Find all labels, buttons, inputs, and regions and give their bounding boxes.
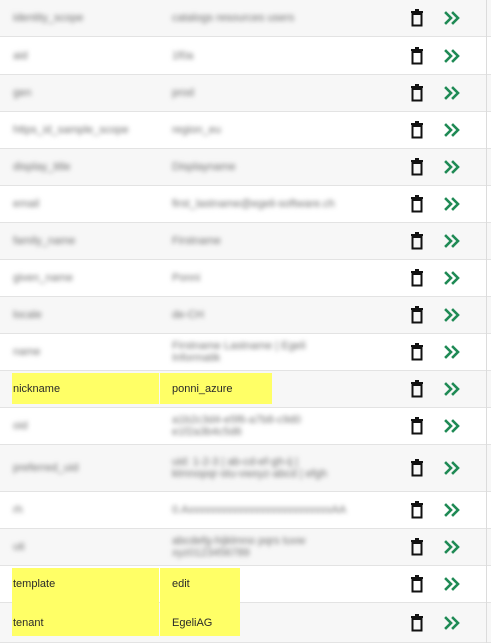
trash-icon[interactable] [409, 575, 425, 593]
trash-icon[interactable] [409, 306, 425, 324]
claim-value: 0.AxxxxxxxxxxxxxxxxxxxxxxxxxxAA [172, 504, 347, 516]
claim-key: nickname [13, 383, 61, 395]
table-row: email first_lastname@egeli-software.ch [0, 186, 491, 223]
table-row: preferred_uid uid: 1-2-3 | ab-cd-ef-gh-ij… [0, 445, 491, 492]
claim-key: given_name [13, 272, 73, 284]
claim-value: abcdefg-hijklmno pqrs tuvw xyz0123456789 [172, 535, 306, 559]
trash-icon[interactable] [409, 417, 425, 435]
claim-key: aid [13, 49, 28, 62]
double-chevron-right-icon[interactable] [443, 459, 461, 477]
trash-icon[interactable] [409, 538, 425, 556]
claim-value: Firstname [172, 235, 221, 247]
claim-key: family_name [13, 235, 76, 247]
table-border [486, 0, 487, 643]
trash-icon[interactable] [409, 501, 425, 519]
claim-value: first_lastname@egeli-software.ch [172, 198, 335, 210]
table-row: template edit [0, 566, 491, 603]
claim-key: name [13, 346, 41, 358]
table-row: gen prod [0, 75, 491, 112]
table-row: oid a1b2c3d4-e5f6-a7b8-c9d0 e1f2a3b4c5d6 [0, 408, 491, 445]
claim-value: de-CH [172, 309, 204, 321]
trash-icon[interactable] [409, 46, 425, 65]
claim-key: locale [13, 309, 42, 321]
claim-value: Displayname [172, 161, 236, 173]
claim-value: edit [172, 578, 190, 590]
claim-key: identity_scope [13, 12, 84, 24]
table-row: aid 1f0a [0, 37, 491, 75]
table-row: name Firstname Lastname | Egeli Informati… [0, 334, 491, 371]
claim-value: uid: 1-2-3 | ab-cd-ef-gh-ij | klmnopqr-s… [172, 456, 328, 480]
claim-value: prod [172, 87, 195, 99]
table-row: identity_scope catalogs resources users [0, 0, 491, 37]
double-chevron-right-icon[interactable] [443, 501, 461, 519]
double-chevron-right-icon[interactable] [443, 614, 461, 632]
table-row: family_name Firstname [0, 223, 491, 260]
trash-icon[interactable] [409, 343, 425, 361]
double-chevron-right-icon[interactable] [443, 121, 461, 139]
table-row: locale de-CH [0, 297, 491, 334]
claim-key: display_title [13, 161, 71, 173]
double-chevron-right-icon[interactable] [443, 269, 461, 287]
double-chevron-right-icon[interactable] [443, 306, 461, 324]
double-chevron-right-icon[interactable] [443, 158, 461, 176]
double-chevron-right-icon[interactable] [443, 380, 461, 398]
claim-key: gen [13, 87, 32, 99]
double-chevron-right-icon[interactable] [443, 84, 461, 102]
claim-key: rh [13, 504, 23, 516]
claim-key: https_id_sample_scope [13, 124, 129, 136]
double-chevron-right-icon[interactable] [443, 417, 461, 435]
double-chevron-right-icon[interactable] [443, 47, 461, 65]
table-row: tenant EgeliAG [0, 603, 491, 643]
trash-icon[interactable] [409, 84, 425, 102]
trash-icon[interactable] [409, 158, 425, 176]
claim-key: tenant [13, 616, 44, 629]
table-row: uti abcdefg-hijklmno pqrs tuvw xyz0123456… [0, 529, 491, 566]
claim-value: 1f0a [172, 49, 194, 62]
table-row: https_id_sample_scope region_eu [0, 112, 491, 149]
double-chevron-right-icon[interactable] [443, 343, 461, 361]
claim-value: catalogs resources users [172, 12, 295, 24]
trash-icon[interactable] [409, 380, 425, 398]
claim-value: EgeliAG [172, 616, 213, 629]
table-row: given_name Ponni [0, 260, 491, 297]
claim-value: a1b2c3d4-e5f6-a7b8-c9d0 e1f2a3b4c5d6 [172, 414, 302, 438]
table-row: display_title Displayname [0, 149, 491, 186]
double-chevron-right-icon[interactable] [443, 538, 461, 556]
claim-key: email [13, 198, 40, 210]
trash-icon[interactable] [409, 613, 425, 632]
double-chevron-right-icon[interactable] [443, 9, 461, 27]
claim-value: Firstname Lastname | Egeli Informatik [172, 340, 306, 364]
claim-value: ponni_azure [172, 383, 233, 395]
claims-table: identity_scope catalogs resources users ai… [0, 0, 491, 643]
claim-key: uti [13, 541, 25, 553]
trash-icon[interactable] [409, 459, 425, 477]
trash-icon[interactable] [409, 232, 425, 250]
claim-value: region_eu [172, 124, 221, 136]
claim-key: template [13, 578, 56, 590]
double-chevron-right-icon[interactable] [443, 232, 461, 250]
trash-icon[interactable] [409, 121, 425, 139]
claim-value: Ponni [172, 272, 201, 284]
trash-icon[interactable] [409, 9, 425, 27]
table-row: rh 0.AxxxxxxxxxxxxxxxxxxxxxxxxxxAA [0, 492, 491, 529]
double-chevron-right-icon[interactable] [443, 575, 461, 593]
trash-icon[interactable] [409, 269, 425, 287]
double-chevron-right-icon[interactable] [443, 195, 461, 213]
claim-key: preferred_uid [13, 462, 79, 474]
table-row: nickname ponni_azure [0, 371, 491, 408]
trash-icon[interactable] [409, 195, 425, 213]
claim-key: oid [13, 420, 28, 432]
